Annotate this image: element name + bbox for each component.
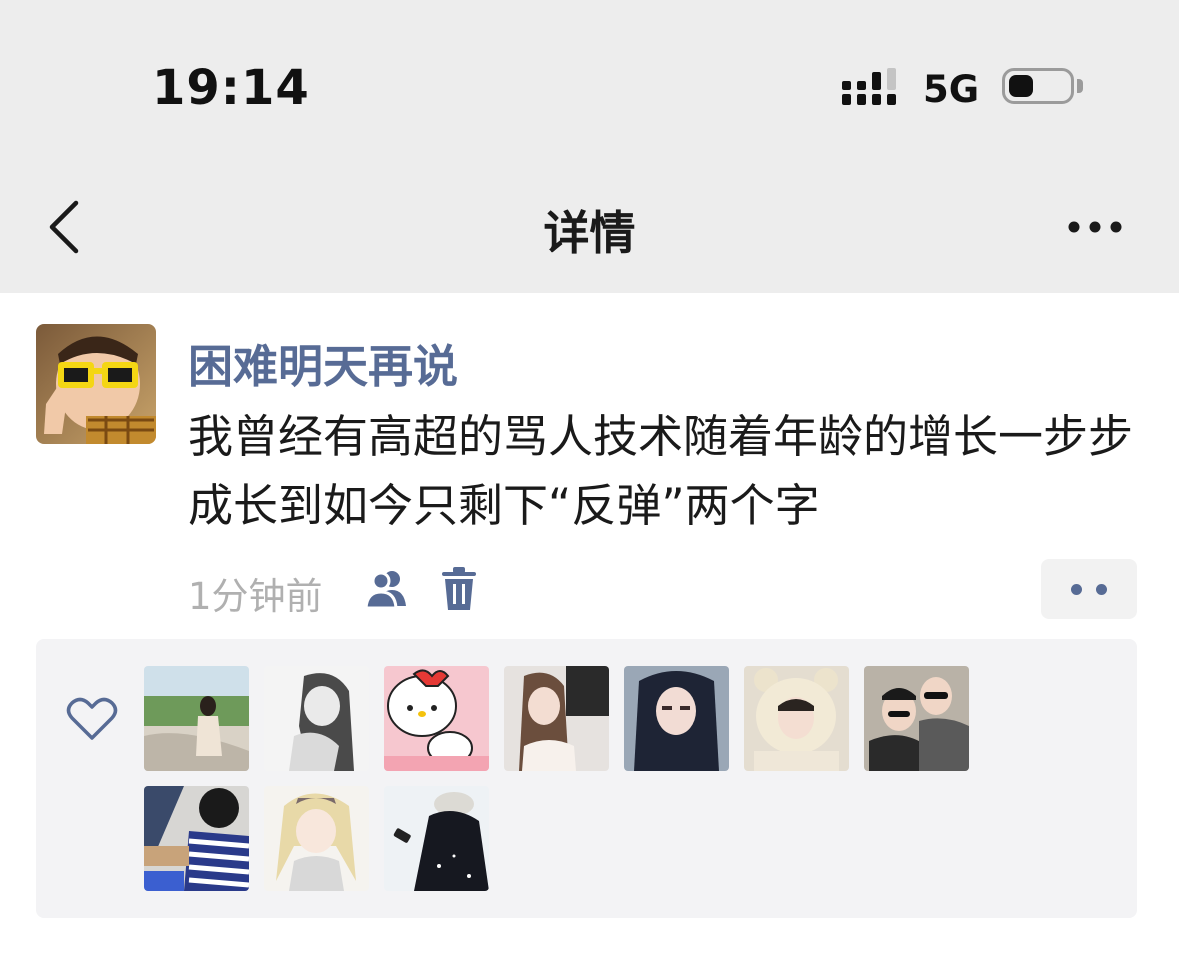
liker-image (504, 666, 609, 771)
post-content: 我曾经有高超的骂人技术随着年龄的增长一步步成长到如今只剩下“反弹”两个字 (188, 410, 1134, 532)
post-time: 1分钟前 (188, 575, 323, 618)
more-dots-icon (1071, 584, 1082, 595)
network-type: 5G (923, 68, 980, 111)
liker-avatar[interactable] (264, 786, 369, 891)
liker-avatar[interactable] (144, 786, 249, 891)
page-title: 详情 (543, 206, 636, 260)
battery-icon (1002, 68, 1074, 104)
liker-image (144, 786, 249, 891)
liker-image (624, 666, 729, 771)
liker-avatar[interactable] (384, 786, 489, 891)
more-dots-icon (1096, 584, 1107, 595)
liker-image (384, 666, 489, 771)
liker-avatar[interactable] (504, 666, 609, 771)
liker-image (384, 786, 489, 891)
status-time: 19:14 (152, 60, 310, 116)
friends-icon (364, 571, 406, 610)
heart-outline-icon (66, 697, 118, 740)
cellular-signal-icon (842, 68, 896, 105)
battery-fill (1009, 75, 1033, 97)
avatar-image (36, 324, 156, 444)
liker-image (144, 666, 249, 771)
liker-image (744, 666, 849, 771)
more-button[interactable] (1060, 205, 1130, 249)
liker-avatar[interactable] (264, 666, 369, 771)
liker-avatar[interactable] (144, 666, 249, 771)
battery-tip (1077, 79, 1083, 93)
liker-image (864, 666, 969, 771)
liker-image (264, 666, 369, 771)
author-avatar[interactable] (36, 324, 156, 444)
liker-avatar[interactable] (744, 666, 849, 771)
author-name[interactable]: 困难明天再说 (188, 330, 458, 395)
liker-avatar[interactable] (624, 666, 729, 771)
more-horizontal-icon (1068, 221, 1122, 233)
liker-avatar[interactable] (864, 666, 969, 771)
liker-image (264, 786, 369, 891)
liker-avatar[interactable] (384, 666, 489, 771)
trash-icon[interactable] (440, 566, 478, 612)
like-comment-button[interactable] (1041, 559, 1137, 619)
